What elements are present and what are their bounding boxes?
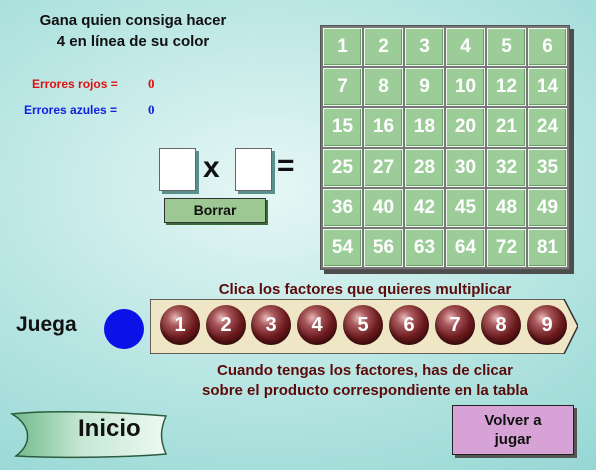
board-cell[interactable]: 18	[405, 108, 444, 147]
equals-sign: =	[277, 149, 295, 182]
volver-line-2: jugar	[494, 431, 532, 448]
board-cell[interactable]: 14	[528, 68, 567, 107]
board-cell[interactable]: 7	[323, 68, 362, 107]
board-cell[interactable]: 28	[405, 148, 444, 187]
board-cell[interactable]: 4	[446, 28, 485, 67]
game-instructions: Gana quien consiga hacer 4 en línea de s…	[18, 10, 248, 52]
board-cell[interactable]: 24	[528, 108, 567, 147]
board-cell[interactable]: 5	[487, 28, 526, 67]
board-cell[interactable]: 32	[487, 148, 526, 187]
board-cell[interactable]: 25	[323, 148, 362, 187]
game-stage: Gana quien consiga hacer 4 en línea de s…	[0, 0, 596, 470]
volver-a-jugar-button[interactable]: Volver a jugar	[452, 405, 574, 455]
hint-line-2: sobre el producto correspondiente en la …	[202, 382, 528, 399]
board-cell[interactable]: 3	[405, 28, 444, 67]
instructions-line-2: 4 en línea de su color	[56, 33, 210, 50]
board-cell[interactable]: 54	[323, 228, 362, 267]
factor-ball[interactable]: 3	[251, 305, 291, 345]
factor-ball[interactable]: 5	[343, 305, 383, 345]
board-cell[interactable]: 2	[364, 28, 403, 67]
turn-label: Juega	[16, 313, 77, 336]
instructions-line-1: Gana quien consiga hacer	[39, 12, 227, 29]
blue-errors-value: 0	[148, 102, 155, 117]
blue-errors-label: Errores azules =	[24, 103, 118, 117]
current-player-token	[104, 309, 144, 349]
volver-line-1: Volver a	[484, 412, 542, 429]
board-cell[interactable]: 10	[446, 68, 485, 107]
red-errors-label: Errores rojos =	[32, 77, 118, 91]
first-factor-box	[159, 148, 196, 191]
board-cell[interactable]: 9	[405, 68, 444, 107]
board-cell[interactable]: 42	[405, 188, 444, 227]
multiply-sign: x	[203, 151, 220, 184]
board-cell[interactable]: 15	[323, 108, 362, 147]
board-cell[interactable]: 48	[487, 188, 526, 227]
factor-ball[interactable]: 9	[527, 305, 567, 345]
inicio-label: Inicio	[78, 415, 141, 442]
factor-ball[interactable]: 8	[481, 305, 521, 345]
board-cell[interactable]: 63	[405, 228, 444, 267]
board-cell[interactable]: 49	[528, 188, 567, 227]
board-cell[interactable]: 45	[446, 188, 485, 227]
hint-line-1: Cuando tengas los factores, has de clica…	[217, 362, 513, 379]
hint-text: Cuando tengas los factores, has de clica…	[150, 361, 580, 401]
board-cell[interactable]: 72	[487, 228, 526, 267]
board-cell[interactable]: 21	[487, 108, 526, 147]
board-cell[interactable]: 35	[528, 148, 567, 187]
board-cell[interactable]: 30	[446, 148, 485, 187]
board-cell[interactable]: 8	[364, 68, 403, 107]
borrar-button[interactable]: Borrar	[164, 198, 266, 223]
board-cell[interactable]: 12	[487, 68, 526, 107]
product-board: 1 2 3 4 5 6 7 8 9 10 12 14 15 16 18 20 21 24 25 27 28 30 32 35 3…	[320, 25, 570, 270]
board-cell[interactable]: 20	[446, 108, 485, 147]
factor-ball[interactable]: 2	[206, 305, 246, 345]
factor-ball[interactable]: 7	[435, 305, 475, 345]
board-cell[interactable]: 6	[528, 28, 567, 67]
second-factor-box	[235, 148, 272, 191]
factor-ball[interactable]: 1	[160, 305, 200, 345]
board-cell[interactable]: 27	[364, 148, 403, 187]
board-cell[interactable]: 40	[364, 188, 403, 227]
board-cell[interactable]: 1	[323, 28, 362, 67]
factor-ball[interactable]: 4	[297, 305, 337, 345]
red-errors-value: 0	[148, 76, 155, 91]
board-cell[interactable]: 16	[364, 108, 403, 147]
board-cell[interactable]: 81	[528, 228, 567, 267]
factor-ball[interactable]: 6	[389, 305, 429, 345]
board-cell[interactable]: 56	[364, 228, 403, 267]
factor-prompt: Clica los factores que quieres multiplic…	[218, 281, 512, 298]
board-cell[interactable]: 36	[323, 188, 362, 227]
board-cell[interactable]: 64	[446, 228, 485, 267]
